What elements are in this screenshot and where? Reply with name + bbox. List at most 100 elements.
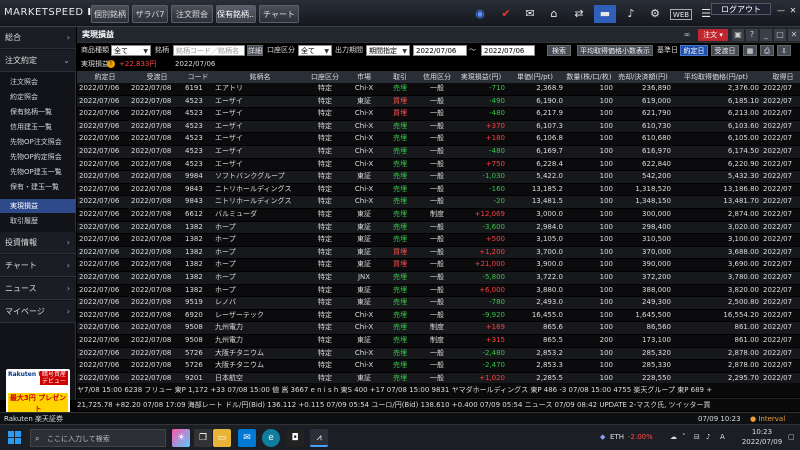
warning-icon[interactable]: !: [107, 60, 115, 68]
table-row[interactable]: 2022/07/06 2022/07/08 9843 ニトリホールディングス 特定 Chi…: [77, 183, 800, 196]
windows-start-icon[interactable]: [8, 431, 22, 445]
table-row[interactable]: 2022/07/06 2022/07/08 1382 ホープ 特定 東証 買埋 一般 +1,20…: [77, 246, 800, 259]
sidebar-item-trade-history[interactable]: 取引履歴: [0, 214, 76, 228]
table-row[interactable]: 2022/07/06 2022/07/08 9508 九州電力 特定 東証 売埋 制度 +315…: [77, 335, 800, 347]
period-select[interactable]: 期間指定 ▼: [366, 45, 410, 56]
column-header[interactable]: 銘柄名: [215, 71, 305, 83]
pin-icon[interactable]: ▣: [732, 29, 744, 41]
product-type-select[interactable]: 全て ▼: [111, 45, 151, 56]
sidebar-section-chart[interactable]: チャート ›: [0, 255, 76, 277]
table-row[interactable]: 2022/07/06 2022/07/08 6920 レーザーテック 特定 Chi-X 売埋…: [77, 309, 800, 322]
network-icon[interactable]: ⊟: [694, 433, 700, 441]
logout-button[interactable]: ログアウト: [711, 3, 771, 15]
weather-widget-icon[interactable]: ☀: [172, 429, 190, 447]
column-header[interactable]: 約定日: [79, 71, 131, 83]
table-row[interactable]: 2022/07/06 2022/07/08 4523 エーザイ 特定 東証 買埋 一般 -490…: [77, 95, 800, 108]
column-header[interactable]: 受渡日: [131, 71, 183, 83]
sidebar-section-mypage[interactable]: マイページ ›: [0, 301, 76, 323]
sidebar-item-holdings-positions[interactable]: 保有・建玉一覧: [0, 180, 76, 194]
volume-icon[interactable]: ♪: [706, 433, 710, 441]
table-row[interactable]: 2022/07/06 2022/07/08 1382 ホープ 特定 JNX 売埋 一般 -5,8…: [77, 272, 800, 284]
date-from-input[interactable]: 2022/07/06: [413, 45, 467, 56]
table-row[interactable]: 2022/07/06 2022/07/08 9519 レノバ 特定 東証 売埋 一般 -780 2…: [77, 297, 800, 309]
tab-kobetsu[interactable]: 個別銘柄: [91, 5, 129, 23]
table-row[interactable]: 2022/07/06 2022/07/08 4523 エーザイ 特定 Chi-X 買埋 一般 -…: [77, 108, 800, 120]
account-type-select[interactable]: 全て ▼: [298, 45, 332, 56]
export-icon[interactable]: ⇩: [777, 45, 791, 56]
sidebar-item-futures-execution[interactable]: 先物OP約定照会: [0, 150, 76, 164]
column-header[interactable]: 平均取得価格(円/pt): [673, 71, 759, 83]
tab-chart[interactable]: チャート: [259, 5, 299, 23]
asset-icon[interactable]: ⇄: [570, 5, 588, 23]
column-header[interactable]: 取引: [383, 71, 417, 83]
bell-icon[interactable]: ♪: [622, 5, 640, 23]
mail-icon[interactable]: ✉: [238, 429, 256, 447]
table-row[interactable]: 2022/07/06 2022/07/08 4523 エーザイ 特定 Chi-X 売埋 一般 +…: [77, 120, 800, 133]
link-icon[interactable]: ∞: [681, 29, 693, 41]
cloud-icon[interactable]: ☁: [670, 433, 677, 441]
table-row[interactable]: 2022/07/06 2022/07/08 9508 九州電力 特定 Chi-X 売埋 制度 +…: [77, 322, 800, 334]
table-row[interactable]: 2022/07/06 2022/07/08 9843 ニトリホールディングス 特定 Chi…: [77, 196, 800, 208]
marketspeed-app-icon[interactable]: ⩘: [310, 429, 328, 447]
settings-icon[interactable]: ⚙: [646, 5, 664, 23]
column-header[interactable]: 実現損益(円): [457, 71, 505, 83]
sidebar-item-execution-inquiry[interactable]: 約定照会: [0, 90, 76, 104]
sidebar-section-sogo[interactable]: 総合 ›: [0, 27, 76, 49]
task-view-icon[interactable]: ❐: [194, 429, 212, 447]
taskbar-search-input[interactable]: ⌕ ここに入力して検索: [30, 429, 166, 447]
sidebar-section-news[interactable]: ニュース ›: [0, 278, 76, 300]
news-icon[interactable]: ✉: [521, 5, 539, 23]
table-row[interactable]: 2022/07/06 2022/07/08 5726 大阪チタニウム 特定 Chi-X 売埋…: [77, 360, 800, 372]
tab-order-inquiry[interactable]: 注文照会: [171, 5, 213, 23]
notification-icon[interactable]: ▢: [788, 433, 795, 441]
column-header[interactable]: 信用区分: [419, 71, 455, 83]
order-button[interactable]: 注文 ▾: [698, 29, 728, 41]
file-explorer-icon[interactable]: ▭: [213, 429, 231, 447]
sidebar-item-futures-positions[interactable]: 先物OP建玉一覧: [0, 165, 76, 179]
help-icon[interactable]: ?: [746, 29, 758, 41]
detail-button[interactable]: 詳細: [247, 45, 263, 56]
home-icon[interactable]: ⌂: [545, 5, 563, 23]
grid-settings-icon[interactable]: ▦: [743, 45, 757, 56]
close-panel-icon[interactable]: ✕: [788, 29, 800, 41]
column-header[interactable]: 売却/決済額(円): [615, 71, 671, 83]
table-row[interactable]: 2022/07/06 2022/07/08 6191 エアトリ 特定 Chi-X 売埋 一般 -…: [77, 83, 800, 95]
chevron-up-icon[interactable]: ˄: [682, 433, 686, 441]
table-row[interactable]: 2022/07/06 2022/07/08 1382 ホープ 特定 東証 買埋 一般 +21,0…: [77, 259, 800, 271]
sidebar-item-futures-order[interactable]: 先物OP注文照会: [0, 135, 76, 149]
column-header[interactable]: コード: [185, 71, 211, 83]
table-row[interactable]: 2022/07/06 2022/07/08 5726 大阪チタニウム 特定 Chi-X 売埋…: [77, 347, 800, 360]
edge-icon[interactable]: e: [262, 429, 280, 447]
sidebar-section-investment-info[interactable]: 投資情報 ›: [0, 232, 76, 254]
date-to-input[interactable]: 2022/07/06: [481, 45, 535, 56]
table-row[interactable]: 2022/07/06 2022/07/08 6612 バルミューダ 特定 東証 売埋 制度 +1…: [77, 209, 800, 221]
sidebar-item-realized-pl[interactable]: 実現損益: [0, 199, 76, 213]
column-header[interactable]: 取得日: [763, 71, 800, 83]
sidebar-item-holdings[interactable]: 保有銘柄一覧: [0, 105, 76, 119]
column-header[interactable]: 口座区分: [307, 71, 343, 83]
market-ticker[interactable]: 21,725.78 +82.20 07/08 17:09 海部レート ドル/円(…: [77, 398, 800, 411]
stock-ticker[interactable]: ヤ7/08 15:00 6238 フリュー 東P 1,172 +33 07/08…: [77, 383, 800, 397]
sidebar-item-margin-positions[interactable]: 信用建玉一覧: [0, 120, 76, 134]
table-row[interactable]: 2022/07/06 2022/07/08 1382 ホープ 特定 東証 売埋 一般 -3,60…: [77, 221, 800, 234]
column-header[interactable]: 単価(円/pt): [507, 71, 563, 83]
tab-zaraba[interactable]: ザラバ7: [132, 5, 168, 23]
ranking-icon[interactable]: ✔: [497, 5, 515, 23]
delivery-date-button[interactable]: 受渡日: [711, 45, 739, 56]
table-row[interactable]: 2022/07/06 2022/07/08 1382 ホープ 特定 東証 売埋 一般 +6,00…: [77, 284, 800, 297]
store-icon[interactable]: ◘: [286, 429, 304, 447]
tab-holdings[interactable]: 保有銘柄...: [216, 5, 256, 23]
ime-indicator[interactable]: A: [720, 433, 725, 441]
taskbar-date[interactable]: 2022/07/09: [740, 438, 784, 446]
sidebar-section-order[interactable]: 注文約定 ⌄: [0, 50, 76, 72]
search-button[interactable]: 検索: [547, 45, 571, 56]
execution-date-button[interactable]: 約定日: [680, 45, 708, 56]
promo-banner[interactable]: Rakuten Wallet 暗号資産 デビュー 最大3円 プレゼント: [6, 369, 70, 417]
window-close-icon[interactable]: ✕: [784, 2, 800, 20]
table-row[interactable]: 2022/07/06 2022/07/08 9984 ソフトバンクグループ 特定 東証 売埋…: [77, 171, 800, 183]
avg-price-decimal-button[interactable]: 平均取得価格小数表示: [577, 45, 653, 56]
minimize-panel-icon[interactable]: _: [760, 29, 772, 41]
column-header[interactable]: 数量(株/口/枚): [565, 71, 613, 83]
print-icon[interactable]: ⎙: [760, 45, 774, 56]
table-row[interactable]: 2022/07/06 2022/07/08 4523 エーザイ 特定 Chi-X 売埋 一般 +…: [77, 133, 800, 145]
